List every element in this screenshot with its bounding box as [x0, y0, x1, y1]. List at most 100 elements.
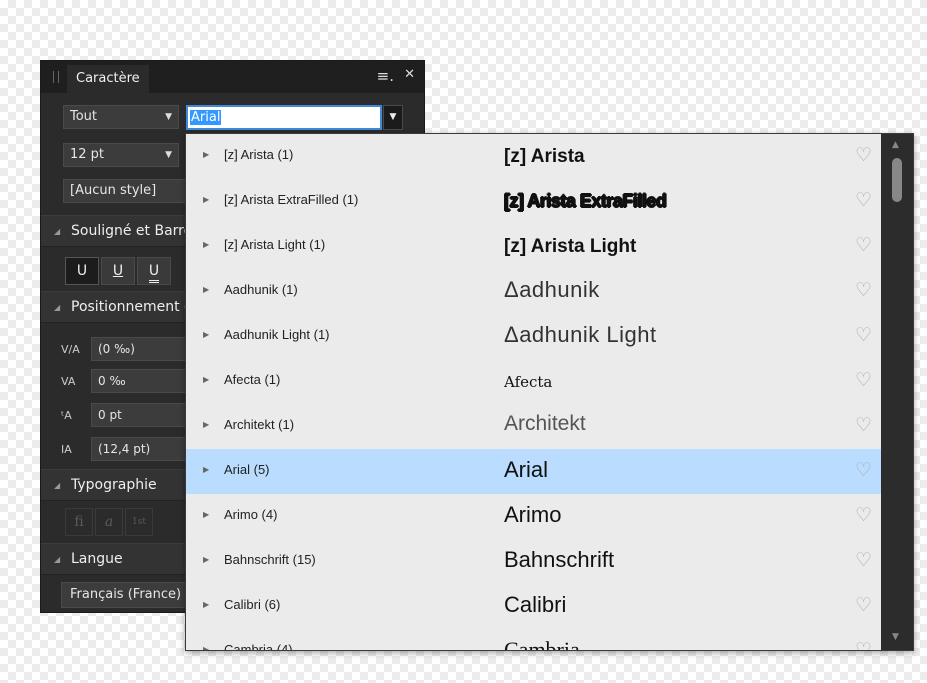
font-list-scrollbar[interactable]: ▲ ▼: [881, 134, 913, 650]
kerning-icon: VA: [61, 375, 76, 388]
font-name-label: Bahnschrift (15): [224, 552, 316, 567]
ligatures-button[interactable]: fi: [65, 508, 93, 536]
underline-none-button[interactable]: U: [65, 257, 99, 285]
font-preview: Arial: [504, 457, 549, 482]
favorite-heart-icon[interactable]: ♡: [855, 414, 872, 437]
font-list-item[interactable]: ▶ [z] Arista (1) [z] Arista ♡: [186, 134, 882, 179]
expand-triangle-icon[interactable]: ▶: [203, 150, 209, 159]
section-underline[interactable]: ◢ Souligné et Barré: [41, 215, 191, 247]
underline-none-label: U: [76, 263, 88, 279]
font-family-dropdown-button[interactable]: ▼: [383, 105, 403, 130]
font-list-item[interactable]: ▶ [z] Arista Light (1) [z] Arista Light ♡: [186, 224, 882, 269]
font-preview: Δadhunik: [504, 277, 600, 302]
expand-triangle-icon[interactable]: ▶: [203, 555, 209, 564]
character-style-value: [Aucun style]: [70, 183, 157, 198]
tab-caractere[interactable]: Caractère: [67, 65, 149, 93]
baseline-shift-field[interactable]: 0 pt: [91, 403, 191, 427]
expand-triangle-icon[interactable]: ▶: [203, 510, 209, 519]
section-typography-label: Typographie: [71, 477, 157, 493]
expand-triangle-icon[interactable]: ▶: [203, 330, 209, 339]
favorite-heart-icon[interactable]: ♡: [855, 459, 872, 482]
font-family-input-value: Arial: [190, 110, 222, 125]
font-preview: [z] Arista ExtraFilled: [504, 191, 667, 211]
font-name-label: Cambria (4): [224, 642, 293, 651]
font-list-item[interactable]: ▶ Aadhunik (1) Δadhunik ♡: [186, 269, 882, 314]
collapse-triangle-icon: ◢: [54, 303, 61, 312]
section-positioning-label: Positionnement et transformation: [71, 299, 191, 315]
expand-triangle-icon[interactable]: ▶: [203, 645, 209, 650]
favorite-heart-icon[interactable]: ♡: [855, 549, 872, 572]
expand-triangle-icon[interactable]: ▶: [203, 600, 209, 609]
font-list-item[interactable]: ▶ Bahnschrift (15) Bahnschrift ♡: [186, 539, 882, 584]
favorite-heart-icon[interactable]: ♡: [855, 369, 872, 392]
font-name-label: Arial (5): [224, 462, 270, 477]
font-list-item[interactable]: ▶ Arial (5) Arial ♡: [186, 449, 882, 494]
font-list-item[interactable]: ▶ Aadhunik Light (1) Δadhunik Light ♡: [186, 314, 882, 359]
panel-menu-icon[interactable]: ≡.: [377, 67, 394, 85]
leading-field[interactable]: (12,4 pt): [91, 437, 191, 461]
font-list-dropdown: ▶ [z] Arista (1) [z] Arista ♡ ▶ [z] Arista Ex…: [185, 133, 914, 651]
alternates-button[interactable]: a: [95, 508, 123, 536]
collapse-triangle-icon: ◢: [54, 555, 61, 564]
favorite-heart-icon[interactable]: ♡: [855, 324, 872, 347]
section-language-label: Langue: [71, 551, 123, 567]
panel-tab-bar: Caractère ≡. ✕: [41, 61, 424, 93]
expand-triangle-icon[interactable]: ▶: [203, 375, 209, 384]
section-typography[interactable]: ◢ Typographie: [41, 469, 191, 501]
favorite-heart-icon[interactable]: ♡: [855, 144, 872, 167]
font-filter-select[interactable]: Tout ▼: [63, 105, 179, 129]
baseline-shift-icon: ᵗA: [61, 409, 72, 422]
character-style-select[interactable]: [Aucun style]: [63, 179, 191, 203]
font-name-label: Aadhunik (1): [224, 282, 298, 297]
font-list-item[interactable]: ▶ Calibri (6) Calibri ♡: [186, 584, 882, 629]
favorite-heart-icon[interactable]: ♡: [855, 189, 872, 212]
favorite-heart-icon[interactable]: ♡: [855, 594, 872, 617]
font-list-item[interactable]: ▶ [z] Arista ExtraFilled (1) [z] Arista Ex…: [186, 179, 882, 224]
font-list-item[interactable]: ▶ Afecta (1) Afecta ♡: [186, 359, 882, 404]
kerning-field[interactable]: 0 ‰: [91, 369, 191, 393]
drag-grip-icon[interactable]: [53, 71, 59, 83]
expand-triangle-icon[interactable]: ▶: [203, 465, 209, 474]
font-family-input[interactable]: Arial: [186, 105, 382, 130]
font-preview: Cambria: [504, 637, 580, 651]
font-name-label: Architekt (1): [224, 417, 295, 432]
font-list-item[interactable]: ▶ Cambria (4) Cambria ♡: [186, 629, 882, 651]
tracking-field[interactable]: (0 ‰): [91, 337, 191, 361]
scroll-down-icon[interactable]: ▼: [892, 632, 899, 642]
section-positioning[interactable]: ◢ Positionnement et transformation: [41, 291, 191, 323]
font-list-item[interactable]: ▶ Arimo (4) Arimo ♡: [186, 494, 882, 539]
underline-double-label: U: [148, 262, 160, 283]
expand-triangle-icon[interactable]: ▶: [203, 285, 209, 294]
font-size-select[interactable]: 12 pt ▼: [63, 143, 179, 167]
section-underline-label: Souligné et Barré: [71, 223, 191, 239]
underline-double-button[interactable]: U: [137, 257, 171, 285]
expand-triangle-icon[interactable]: ▶: [203, 420, 209, 429]
font-name-label: [z] Arista ExtraFilled (1): [224, 192, 359, 207]
language-select[interactable]: Français (France): [61, 582, 191, 608]
scroll-up-icon[interactable]: ▲: [892, 140, 899, 150]
expand-triangle-icon[interactable]: ▶: [203, 240, 209, 249]
favorite-heart-icon[interactable]: ♡: [855, 279, 872, 302]
font-size-value: 12 pt: [70, 147, 105, 162]
font-filter-value: Tout: [70, 109, 98, 124]
ordinals-button[interactable]: 1st: [125, 508, 153, 536]
font-preview: Afecta: [504, 373, 553, 391]
font-list-item[interactable]: ▶ Architekt (1) Architekt ♡: [186, 404, 882, 449]
collapse-triangle-icon: ◢: [54, 481, 61, 490]
underline-single-button[interactable]: U: [101, 257, 135, 285]
expand-triangle-icon[interactable]: ▶: [203, 195, 209, 204]
font-name-label: Afecta (1): [224, 372, 281, 387]
favorite-heart-icon[interactable]: ♡: [855, 639, 872, 650]
close-icon[interactable]: ✕: [404, 67, 415, 82]
favorite-heart-icon[interactable]: ♡: [855, 234, 872, 257]
font-preview: Arimo: [504, 502, 562, 527]
chevron-down-icon: ▼: [165, 150, 172, 160]
font-preview: Bahnschrift: [504, 547, 615, 572]
chevron-down-icon: ▼: [165, 112, 172, 122]
font-preview: [z] Arista Light: [504, 236, 637, 257]
tracking-icon: V/A: [61, 343, 80, 356]
scrollbar-thumb[interactable]: [892, 158, 902, 202]
favorite-heart-icon[interactable]: ♡: [855, 504, 872, 527]
section-language[interactable]: ◢ Langue: [41, 543, 191, 575]
font-preview: Δadhunik Light: [504, 322, 657, 347]
